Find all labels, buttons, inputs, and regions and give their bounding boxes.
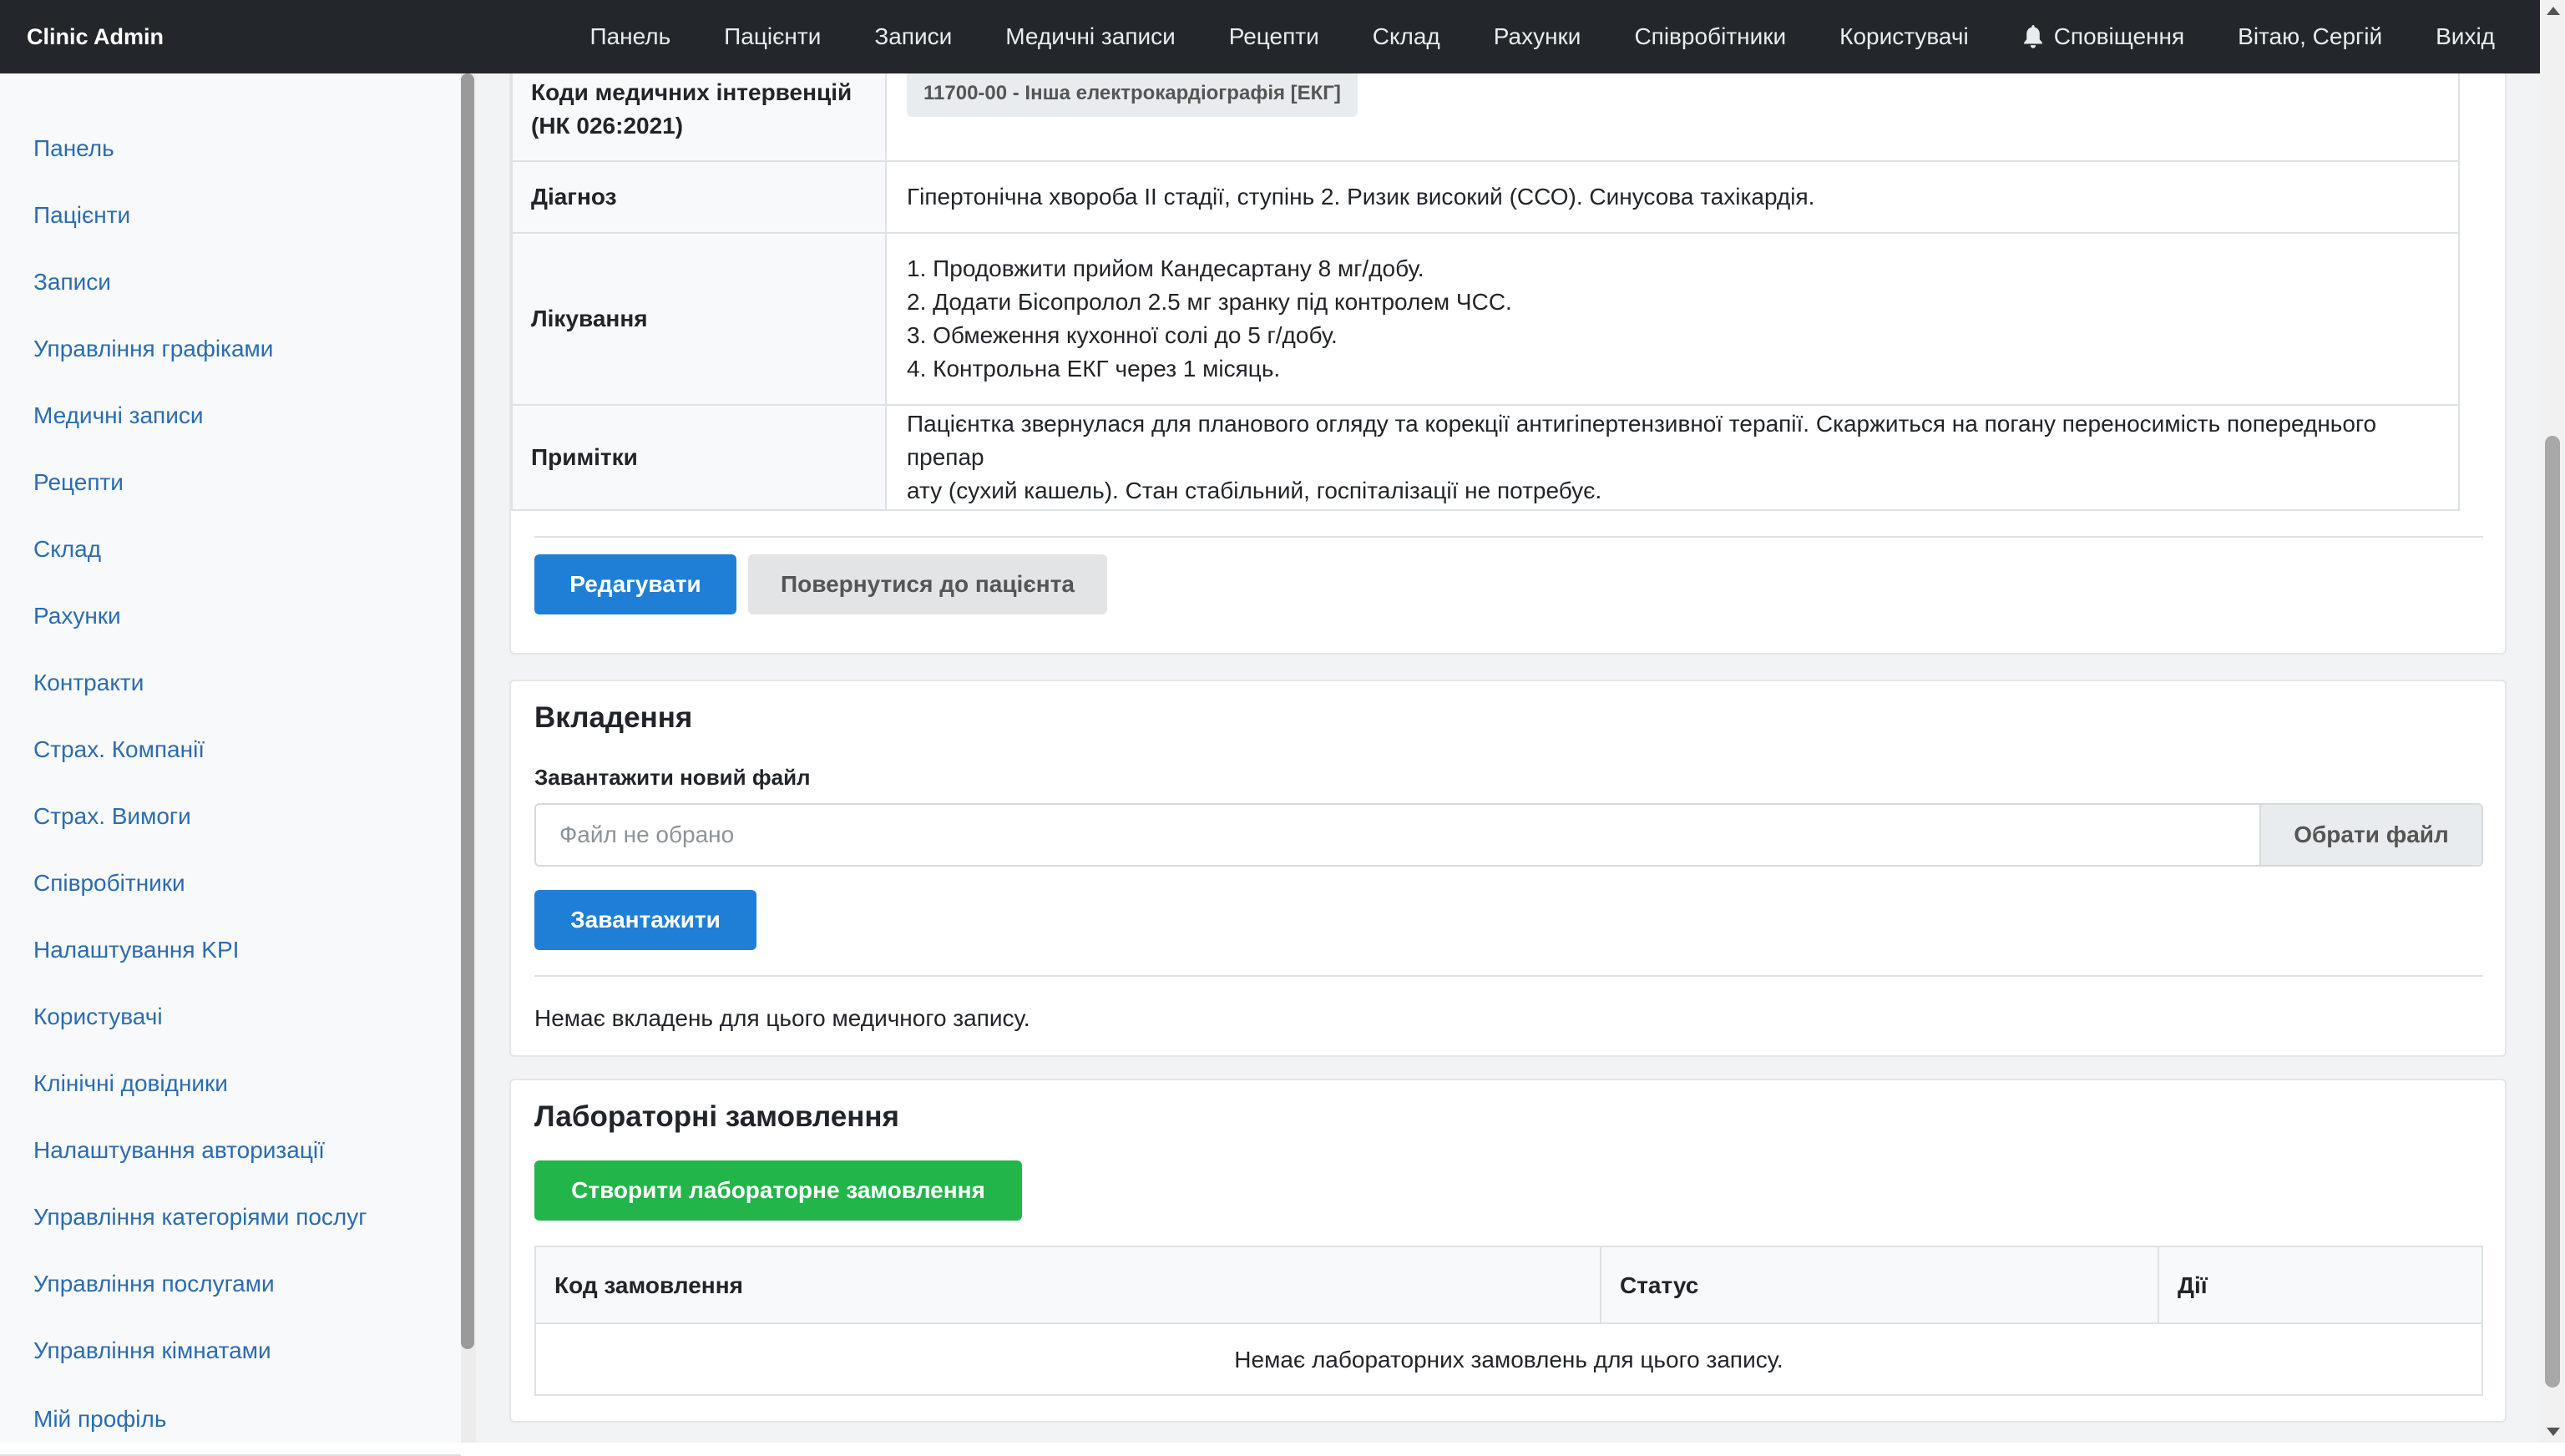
- sidebar-item-kpi-settings[interactable]: Налаштування KPI: [33, 937, 239, 963]
- brand-logo[interactable]: Clinic Admin: [27, 0, 164, 73]
- sidebar-item-auth-settings[interactable]: Налаштування авторизації: [33, 1137, 325, 1164]
- sidebar-item-medical-records[interactable]: Медичні записи: [33, 402, 203, 429]
- topnav-item-dashboard[interactable]: Панель: [563, 23, 697, 50]
- column-status: Статус: [1601, 1247, 2159, 1324]
- topnav-item-prescriptions[interactable]: Рецепти: [1202, 23, 1346, 50]
- record-details-card: Коди медичних інтервенцій (НК 026:2021) …: [509, 73, 2507, 655]
- create-lab-order-button[interactable]: Створити лабораторне замовлення: [534, 1160, 1022, 1221]
- column-order-code: Код замовлення: [536, 1247, 1601, 1324]
- attachments-title: Вкладення: [534, 701, 693, 734]
- lab-empty-message: Немає лабораторних замовлень для цього з…: [1234, 1347, 1783, 1373]
- notes-value: Пацієнтка звернулася для планового огляд…: [888, 406, 2460, 509]
- upload-button[interactable]: Завантажити: [534, 890, 756, 950]
- sidebar-item-my-profile[interactable]: Мій профіль: [33, 1406, 166, 1433]
- sidebar-item-dashboard[interactable]: Панель: [33, 135, 114, 162]
- topnav-logout[interactable]: Вихід: [2409, 23, 2522, 50]
- topnav-item-invoices[interactable]: Рахунки: [1467, 23, 1608, 50]
- notes-line: ату (сухий кашель). Стан стабільний, гос…: [907, 478, 1602, 503]
- attachments-empty-message: Немає вкладень для цього медичного запис…: [534, 1005, 1030, 1031]
- diagnosis-label: Діагноз: [511, 162, 887, 232]
- treatment-label: Лікування: [511, 234, 887, 404]
- sidebar-item-rooms[interactable]: Управління кімнатами: [33, 1337, 271, 1364]
- sidebar-item-patients[interactable]: Пацієнти: [33, 202, 130, 229]
- treatment-line: 1. Продовжити прийом Кандесартану 8 мг/д…: [907, 255, 1424, 281]
- diagnosis-value: Гіпертонічна хвороба II стадії, ступінь …: [888, 162, 2460, 232]
- sidebar-item-insurance-claims[interactable]: Страх. Вимоги: [33, 803, 191, 830]
- treatment-value: 1. Продовжити прийом Кандесартану 8 мг/д…: [888, 234, 2460, 404]
- topnav-item-medical-records[interactable]: Медичні записи: [979, 23, 1202, 50]
- topnav-item-users[interactable]: Користувачі: [1813, 23, 1996, 50]
- row-notes: Примітки Пацієнтка звернулася для планов…: [511, 406, 2460, 511]
- row-intervention-codes: Коди медичних інтервенцій (НК 026:2021) …: [511, 73, 2460, 162]
- treatment-line: 2. Додати Бісопролол 2.5 мг зранку під к…: [907, 289, 1512, 315]
- row-diagnosis: Діагноз Гіпертонічна хвороба II стадії, …: [511, 162, 2460, 234]
- topnav-greeting[interactable]: Вітаю, Сергій: [2211, 23, 2409, 50]
- sidebar-item-insurance-companies[interactable]: Страх. Компанії: [33, 736, 205, 763]
- topnav-item-staff[interactable]: Співробітники: [1607, 23, 1813, 50]
- file-input[interactable]: Файл не обрано Обрати файл: [534, 803, 2483, 867]
- main-content: Коди медичних інтервенцій (НК 026:2021) …: [476, 73, 2540, 1443]
- topnav-item-appointments[interactable]: Записи: [847, 23, 979, 50]
- choose-file-button[interactable]: Обрати файл: [2259, 805, 2482, 865]
- intervention-codes-label: Коди медичних інтервенцій (НК 026:2021): [511, 73, 887, 160]
- treatment-line: 4. Контрольна ЕКГ через 1 місяць.: [907, 356, 1281, 382]
- back-to-patient-button[interactable]: Повернутися до пацієнта: [748, 554, 1107, 614]
- scroll-down-arrow-icon[interactable]: [2547, 1428, 2560, 1436]
- sidebar: Панель Пацієнти Записи Управління графік…: [0, 73, 461, 1456]
- sidebar-item-prescriptions[interactable]: Рецепти: [33, 469, 124, 496]
- notes-label: Примітки: [511, 406, 887, 509]
- record-divider: [534, 536, 2483, 538]
- sidebar-item-invoices[interactable]: Рахунки: [33, 603, 121, 629]
- upload-file-label: Завантажити новий файл: [534, 765, 811, 790]
- file-input-placeholder: Файл не обрано: [559, 822, 735, 847]
- sidebar-item-contracts[interactable]: Контракти: [33, 670, 144, 696]
- lab-orders-card: Лабораторні замовлення Створити лаборато…: [509, 1079, 2507, 1423]
- page-scrollbar-thumb[interactable]: [2545, 436, 2560, 1388]
- sidebar-item-service-categories[interactable]: Управління категоріями послуг: [33, 1204, 367, 1231]
- sidebar-item-staff[interactable]: Співробітники: [33, 870, 185, 897]
- notifications-label: Сповіщення: [2053, 23, 2185, 49]
- lab-orders-title: Лабораторні замовлення: [534, 1100, 899, 1133]
- top-nav-links: Панель Пацієнти Записи Медичні записи Ре…: [563, 0, 2522, 73]
- lab-table-header: Код замовлення Статус Дії: [536, 1247, 2482, 1324]
- sidebar-item-users[interactable]: Користувачі: [33, 1004, 163, 1030]
- top-navbar: Clinic Admin Панель Пацієнти Записи Меди…: [0, 0, 2540, 73]
- intervention-code-badge: 11700-00 - Інша електрокардіографія [ЕКГ…: [907, 73, 1358, 117]
- sidebar-item-inventory[interactable]: Склад: [33, 536, 101, 563]
- attachments-divider: [534, 975, 2483, 977]
- row-treatment: Лікування 1. Продовжити прийом Кандесарт…: [511, 234, 2460, 406]
- sidebar-scrollbar-thumb[interactable]: [461, 73, 474, 1349]
- sidebar-item-services[interactable]: Управління послугами: [33, 1271, 275, 1297]
- lab-orders-table: Код замовлення Статус Дії Немає лаборато…: [534, 1246, 2483, 1396]
- notes-line: Пацієнтка звернулася для планового огляд…: [907, 411, 2377, 470]
- intervention-codes-value: 11700-00 - Інша електрокардіографія [ЕКГ…: [888, 73, 2460, 160]
- sidebar-item-clinical-references[interactable]: Клінічні довідники: [33, 1070, 228, 1097]
- column-actions: Дії: [2178, 1272, 2208, 1298]
- topnav-item-inventory[interactable]: Склад: [1346, 23, 1467, 50]
- sidebar-item-schedules[interactable]: Управління графіками: [33, 336, 273, 362]
- topnav-item-patients[interactable]: Пацієнти: [697, 23, 847, 50]
- treatment-line: 3. Обмеження кухонної солі до 5 г/добу.: [907, 322, 1338, 348]
- edit-button[interactable]: Редагувати: [534, 554, 736, 614]
- attachments-card: Вкладення Завантажити новий файл Файл не…: [509, 680, 2507, 1057]
- scroll-up-arrow-icon[interactable]: [2547, 7, 2560, 15]
- topnav-notifications[interactable]: Сповіщення: [1996, 23, 2211, 50]
- bell-icon: [2023, 25, 2042, 48]
- sidebar-item-appointments[interactable]: Записи: [33, 269, 111, 296]
